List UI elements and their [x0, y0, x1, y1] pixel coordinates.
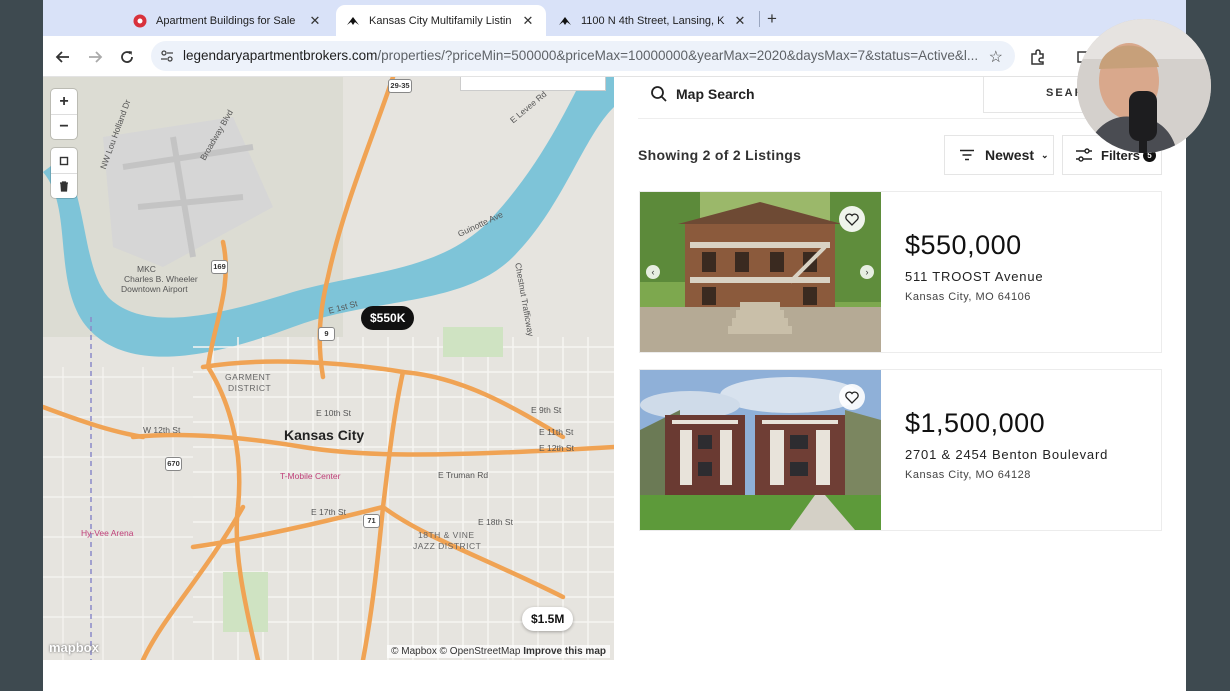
- price-pin-1-5m[interactable]: $1.5M: [522, 607, 574, 631]
- sort-value: Newest: [985, 147, 1035, 163]
- map-label: MKC: [137, 264, 156, 274]
- sort-dropdown[interactable]: Newest ⌄: [944, 135, 1054, 175]
- brand-arrow-icon: [346, 14, 360, 28]
- mapbox-logo[interactable]: mapbox: [49, 640, 99, 655]
- zoom-in-icon[interactable]: +: [51, 89, 77, 114]
- map-label: Hy-Vee Arena: [81, 528, 134, 538]
- price-pin-550k[interactable]: $550K: [361, 306, 415, 330]
- trash-icon[interactable]: [51, 173, 77, 198]
- map-label: E 9th St: [531, 405, 562, 415]
- browser-window: Apartment Buildings for Sale ✕ Kansas Ci…: [43, 0, 1186, 691]
- zoom-controls: + −: [51, 89, 77, 139]
- search-icon: [650, 85, 668, 103]
- listing-address[interactable]: 2701 & 2454 Benton Boulevard: [905, 447, 1108, 462]
- zoom-out-icon[interactable]: −: [51, 114, 77, 139]
- tab-strip: Apartment Buildings for Sale ✕ Kansas Ci…: [43, 0, 1186, 36]
- favorite-heart-icon[interactable]: [839, 384, 865, 410]
- map-label: E 17th St: [311, 507, 346, 517]
- tab-separator: [759, 11, 760, 27]
- map-label: 18TH & VINE: [418, 530, 475, 540]
- highway-shield: 29-35: [388, 79, 412, 93]
- map-label: Downtown Airport: [121, 284, 188, 294]
- webcam-overlay: [1077, 19, 1211, 153]
- address-bar[interactable]: legendaryapartmentbrokers.com/properties…: [151, 41, 1015, 71]
- divider: [638, 118, 1162, 119]
- listing-address[interactable]: 511 TROOST Avenue: [905, 269, 1043, 284]
- extensions-icon[interactable]: [1027, 46, 1049, 68]
- highway-shield: 9: [318, 327, 335, 341]
- next-photo-icon[interactable]: ›: [860, 265, 874, 279]
- map-label: Charles B. Wheeler: [124, 274, 198, 284]
- forward-icon[interactable]: [84, 46, 106, 68]
- reload-icon[interactable]: [116, 46, 138, 68]
- listing-card[interactable]: $1,500,000 2701 & 2454 Benton Boulevard …: [639, 369, 1162, 531]
- url-path: /properties/?priceMin=500000&priceMax=10…: [377, 48, 978, 63]
- listing-card[interactable]: ‹ › $550,000 511 TROOST Avenue Kansas Ci…: [639, 191, 1162, 353]
- tab-kansas-city-listings[interactable]: Kansas City Multifamily Listin ✕: [336, 5, 546, 36]
- url-text: legendaryapartmentbrokers.com/properties…: [183, 48, 978, 63]
- highway-shield: 169: [211, 260, 228, 274]
- listing-price: $550,000: [905, 230, 1022, 260]
- new-tab-icon[interactable]: +: [767, 9, 777, 29]
- close-icon[interactable]: ✕: [732, 13, 748, 29]
- polygon-draw-icon[interactable]: [51, 148, 77, 173]
- listing-city: Kansas City, MO 64106: [905, 291, 1031, 303]
- url-domain: legendaryapartmentbrokers.com: [183, 48, 378, 63]
- map-label: E Truman Rd: [438, 470, 489, 480]
- site-settings-icon[interactable]: [160, 49, 174, 68]
- draw-area-button[interactable]: [460, 77, 606, 91]
- map-label: T-Mobile Center: [280, 471, 341, 481]
- highway-shield: 71: [363, 514, 380, 528]
- red-flower-icon: [133, 14, 147, 28]
- map-label: W 12th St: [143, 425, 181, 435]
- map-label: E 18th St: [478, 517, 513, 527]
- map-city-label: Kansas City: [284, 427, 365, 443]
- brand-arrow-icon: [558, 14, 572, 28]
- improve-map-link[interactable]: Improve this map: [523, 646, 606, 657]
- listing-price: $1,500,000: [905, 408, 1046, 438]
- map-label: GARMENT: [225, 372, 271, 382]
- chevron-down-icon: ⌄: [1041, 149, 1049, 160]
- favorite-heart-icon[interactable]: [839, 206, 865, 232]
- map-search-toggle[interactable]: Map Search: [650, 85, 755, 103]
- map-label: E 12th St: [539, 443, 574, 453]
- map-base: [43, 77, 614, 660]
- tab-apartment-buildings[interactable]: Apartment Buildings for Sale ✕: [123, 5, 333, 36]
- close-icon[interactable]: ✕: [520, 13, 536, 29]
- bookmark-star-icon[interactable]: ☆: [989, 47, 1003, 67]
- tab-title: Kansas City Multifamily Listin: [369, 14, 512, 27]
- draw-controls: [51, 148, 77, 198]
- back-icon[interactable]: [52, 46, 74, 68]
- browser-toolbar: legendaryapartmentbrokers.com/properties…: [43, 36, 1186, 77]
- map-search-label: Map Search: [676, 86, 755, 102]
- attribution-osm[interactable]: © OpenStreetMap: [440, 646, 521, 657]
- map-label: E 10th St: [316, 408, 351, 418]
- property-map[interactable]: MKC Charles B. Wheeler Downtown Airport …: [43, 77, 614, 660]
- map-attribution: © Mapbox © OpenStreetMap Improve this ma…: [387, 645, 610, 658]
- mapbox-logo-text: mapbox: [49, 640, 99, 655]
- attribution-mapbox[interactable]: © Mapbox: [391, 646, 437, 657]
- sort-lines-icon: [959, 149, 975, 161]
- results-count: Showing 2 of 2 Listings: [638, 147, 802, 163]
- highway-shield: 670: [165, 457, 182, 471]
- listing-city: Kansas City, MO 64128: [905, 469, 1031, 481]
- map-label: E 11th St: [539, 427, 574, 437]
- map-label: DISTRICT: [228, 383, 272, 393]
- tab-title: 1100 N 4th Street, Lansing, K: [581, 14, 725, 27]
- tab-title: Apartment Buildings for Sale: [156, 14, 296, 27]
- map-label: JAZZ DISTRICT: [413, 541, 482, 551]
- previous-photo-icon[interactable]: ‹: [646, 265, 660, 279]
- filter-sliders-icon: [1075, 147, 1093, 163]
- tab-lansing-property[interactable]: 1100 N 4th Street, Lansing, K ✕: [548, 5, 758, 36]
- close-icon[interactable]: ✕: [307, 13, 323, 29]
- listing-panel: Map Search SEAR Showing 2 of 2 Listings …: [614, 77, 1186, 691]
